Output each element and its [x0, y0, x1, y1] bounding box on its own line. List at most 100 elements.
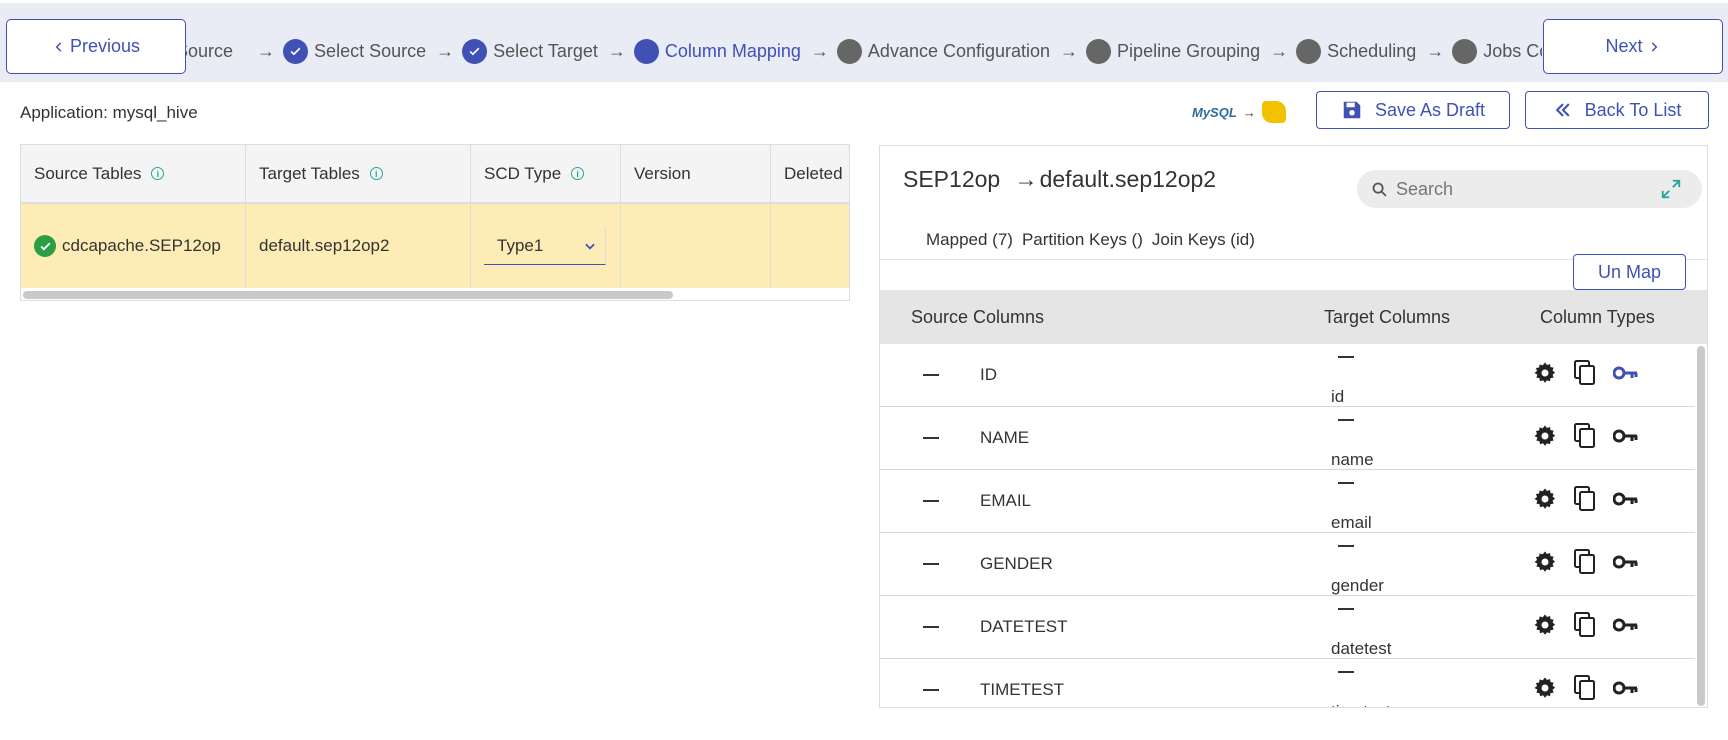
- minus-icon[interactable]: [923, 374, 939, 376]
- minus-icon[interactable]: [923, 689, 939, 691]
- row-actions: [1533, 423, 1639, 449]
- key-icon[interactable]: [1613, 491, 1639, 507]
- arrow-icon: →: [436, 40, 455, 61]
- previous-button[interactable]: Previous: [6, 19, 186, 74]
- header-target-tables[interactable]: Target Tables i: [246, 145, 471, 202]
- row-actions: [1533, 612, 1639, 638]
- column-mapping-rows: ID id NAME name EMAIL email GENDER gende…: [880, 344, 1695, 707]
- pending-step-dot-icon: [836, 38, 862, 64]
- gear-icon[interactable]: [1533, 424, 1557, 448]
- row-actions: [1533, 549, 1639, 575]
- table-row[interactable]: DATETEST datetest: [880, 596, 1695, 659]
- info-icon[interactable]: i: [151, 167, 165, 180]
- source-column-name: NAME: [980, 428, 1030, 447]
- arrow-icon: →: [810, 40, 829, 61]
- row-actions: [1533, 486, 1639, 512]
- step-source[interactable]: Source: [186, 41, 233, 62]
- step-label: Advance Configuration: [867, 40, 1051, 61]
- mysql-logo: MySQL: [1192, 104, 1237, 120]
- key-icon[interactable]: [1613, 365, 1639, 381]
- copy-icon[interactable]: [1574, 549, 1596, 575]
- gear-icon[interactable]: [1533, 487, 1557, 511]
- search-icon: [1372, 182, 1387, 197]
- minus-icon[interactable]: [923, 563, 939, 565]
- cell-source-table: cdcapache.SEP12op: [21, 204, 246, 288]
- info-icon[interactable]: i: [369, 167, 383, 180]
- save-as-draft-button[interactable]: Save As Draft: [1316, 91, 1510, 129]
- scd-type-select[interactable]: Type1: [484, 227, 606, 265]
- minus-icon[interactable]: [923, 500, 939, 502]
- key-icon[interactable]: [1613, 680, 1639, 696]
- expand-icon[interactable]: [1660, 178, 1682, 200]
- table-row[interactable]: NAME name: [880, 407, 1695, 470]
- copy-icon[interactable]: [1574, 675, 1596, 701]
- cell-version: [621, 204, 771, 288]
- info-icon[interactable]: i: [571, 167, 585, 180]
- minus-icon[interactable]: [1338, 482, 1354, 484]
- target-column-name: name: [1331, 450, 1374, 469]
- gear-icon[interactable]: [1533, 676, 1557, 700]
- minus-icon[interactable]: [923, 437, 939, 439]
- copy-icon[interactable]: [1574, 423, 1596, 449]
- table-row[interactable]: ID id: [880, 344, 1695, 407]
- copy-icon[interactable]: [1574, 612, 1596, 638]
- tab-partition-keys[interactable]: Partition Keys (): [1022, 230, 1143, 250]
- tab-join-keys[interactable]: Join Keys (id): [1152, 230, 1255, 250]
- minus-icon[interactable]: [1338, 545, 1354, 547]
- header-label: SCD Type: [484, 163, 562, 183]
- step-advance-configuration[interactable]: Advance Configuration: [836, 38, 1051, 64]
- search-input[interactable]: [1396, 178, 1636, 200]
- key-icon[interactable]: [1613, 428, 1639, 444]
- gear-icon[interactable]: [1533, 550, 1557, 574]
- header-version[interactable]: Version: [621, 145, 771, 202]
- step-scheduling[interactable]: Scheduling: [1296, 38, 1416, 64]
- copy-icon[interactable]: [1574, 486, 1596, 512]
- tables-grid: Source Tables i Target Tables i SCD Type…: [20, 144, 850, 301]
- step-select-target[interactable]: Select Target: [462, 38, 598, 64]
- next-button[interactable]: Next: [1543, 19, 1723, 74]
- source-column-name: ID: [980, 365, 997, 384]
- vertical-scrollbar[interactable]: [1697, 346, 1705, 706]
- double-chevron-left-icon: [1555, 103, 1570, 117]
- header-source-tables[interactable]: Source Tables i: [21, 145, 246, 202]
- minus-icon[interactable]: [1338, 608, 1354, 610]
- step-jobs-configuration[interactable]: Jobs Configuration: [1452, 38, 1542, 64]
- table-row[interactable]: GENDER gender: [880, 533, 1695, 596]
- horizontal-scrollbar[interactable]: [23, 291, 673, 299]
- tab-mapped[interactable]: Mapped (7): [926, 230, 1013, 250]
- header-deleted[interactable]: Deleted: [771, 145, 849, 202]
- gear-icon[interactable]: [1533, 361, 1557, 385]
- minus-icon[interactable]: [1338, 356, 1354, 358]
- step-column-mapping[interactable]: Column Mapping: [633, 38, 801, 64]
- table-row[interactable]: TIMETEST timetest: [880, 659, 1695, 707]
- header-scd-type[interactable]: SCD Type i: [471, 145, 621, 202]
- application-label: Application: mysql_hive: [20, 103, 198, 122]
- chevron-down-icon: [585, 243, 595, 250]
- step-select-source[interactable]: Select Source: [283, 38, 426, 64]
- mysql-to-hive-logo: MySQL →: [1192, 95, 1292, 129]
- step-label: Jobs Configuration: [1483, 40, 1542, 61]
- key-icon[interactable]: [1613, 617, 1639, 633]
- key-icon[interactable]: [1613, 554, 1639, 570]
- minus-icon[interactable]: [1338, 419, 1354, 421]
- table-row[interactable]: cdcapache.SEP12op default.sep12op2 Type1: [21, 204, 849, 288]
- step-pipeline-grouping[interactable]: Pipeline Grouping: [1086, 38, 1260, 64]
- target-column-name: email: [1331, 513, 1372, 532]
- check-icon: [462, 38, 488, 64]
- table-row[interactable]: EMAIL email: [880, 470, 1695, 533]
- active-step-dot-icon: [633, 38, 659, 64]
- minus-icon[interactable]: [923, 626, 939, 628]
- chevron-right-icon: [1651, 41, 1657, 52]
- minus-icon[interactable]: [1338, 671, 1354, 673]
- step-label: Source: [186, 40, 234, 61]
- header-label: Target Tables: [259, 163, 360, 183]
- un-map-button[interactable]: Un Map: [1573, 254, 1686, 290]
- steps-track: Source → Select Source → Select Target →…: [186, 21, 1542, 81]
- tables-grid-header: Source Tables i Target Tables i SCD Type…: [21, 145, 849, 204]
- arrow-right-icon: →: [1014, 166, 1038, 192]
- back-to-list-button[interactable]: Back To List: [1525, 91, 1709, 129]
- chevron-left-icon: [55, 41, 62, 52]
- copy-icon[interactable]: [1574, 360, 1596, 386]
- arrow-icon: →: [1270, 40, 1289, 61]
- gear-icon[interactable]: [1533, 613, 1557, 637]
